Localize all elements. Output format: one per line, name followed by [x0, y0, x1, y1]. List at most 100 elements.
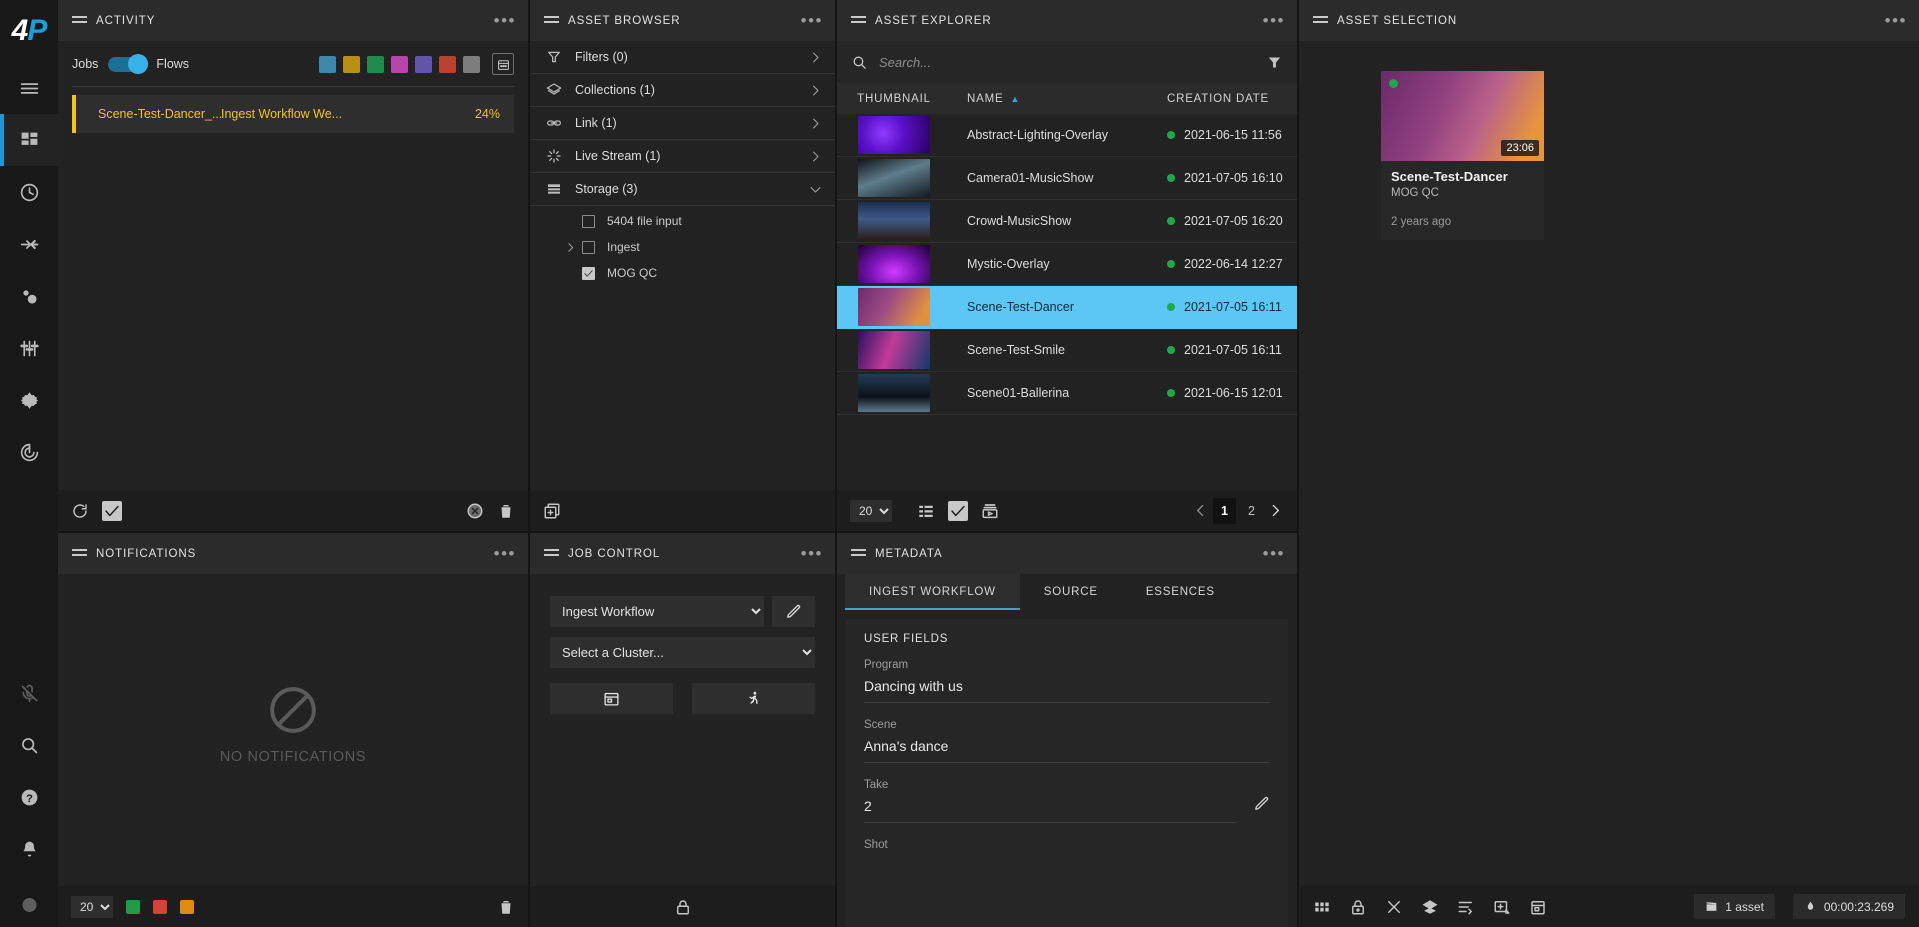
tree-expand-icon[interactable] — [564, 241, 582, 254]
workflow-select[interactable]: Ingest Workflow — [550, 596, 764, 627]
calendar-event-icon[interactable] — [1529, 898, 1547, 916]
drag-handle-icon[interactable] — [851, 15, 866, 26]
grid-view-icon[interactable] — [1313, 898, 1331, 916]
calendar-icon[interactable] — [492, 53, 514, 75]
table-row[interactable]: Mystic-Overlay 2022-06-14 12:27 — [837, 243, 1297, 286]
table-row[interactable]: Scene-Test-Smile 2021-07-05 16:11 — [837, 329, 1297, 372]
gear-icon[interactable] — [0, 374, 58, 426]
trash-icon[interactable] — [497, 502, 515, 520]
checkbox-checked-icon[interactable] — [102, 500, 122, 521]
browser-item-storage[interactable]: Storage (3) — [530, 173, 835, 206]
calendar-event-icon[interactable] — [550, 683, 673, 714]
table-row[interactable]: Scene01-Ballerina 2021-06-15 12:01 — [837, 372, 1297, 415]
explorer-page-size-select[interactable]: 20 — [850, 499, 892, 522]
swatch-blue[interactable] — [319, 55, 336, 73]
add-collection-icon[interactable] — [543, 502, 561, 520]
cluster-select[interactable]: Select a Cluster... — [550, 637, 815, 668]
refresh-icon[interactable] — [71, 502, 89, 520]
radar-icon[interactable] — [0, 426, 58, 478]
notif-swatch-green[interactable] — [126, 899, 140, 914]
asset-explorer-more-icon[interactable]: ••• — [1263, 12, 1285, 29]
browser-item-collections[interactable]: Collections (1) — [530, 74, 835, 107]
notifications-page-size-select[interactable]: 20 — [71, 895, 113, 918]
swatch-grey[interactable] — [463, 55, 480, 73]
selected-asset-card[interactable]: 23:06 Scene-Test-Dancer MOG QC 2 years a… — [1381, 71, 1544, 240]
chevron-right-icon[interactable] — [1267, 502, 1284, 519]
column-creation-date[interactable]: CREATION DATE — [1167, 93, 1297, 105]
clock-icon[interactable] — [0, 166, 58, 218]
bell-icon[interactable] — [0, 823, 58, 875]
storage-checkbox[interactable] — [582, 214, 595, 228]
list-view-icon[interactable] — [917, 502, 935, 520]
checkbox-checked-icon[interactable] — [948, 500, 968, 521]
chevron-down-icon[interactable] — [808, 182, 823, 197]
browser-item-filters[interactable]: Filters (0) — [530, 41, 835, 74]
mic-off-icon[interactable] — [0, 667, 58, 719]
storage-tree-item[interactable]: MOG QC — [530, 262, 835, 284]
column-name[interactable]: NAME ▲ — [949, 93, 1167, 105]
table-row[interactable]: Abstract-Lighting-Overlay 2021-06-15 11:… — [837, 114, 1297, 157]
column-thumbnail[interactable]: THUMBNAIL — [839, 93, 949, 105]
metadata-more-icon[interactable]: ••• — [1263, 545, 1285, 562]
jobs-flows-toggle[interactable] — [108, 54, 149, 74]
help-icon[interactable]: ? — [0, 771, 58, 823]
browser-item-link[interactable]: Link (1) — [530, 107, 835, 140]
search-input[interactable] — [879, 54, 1255, 70]
asset-browser-more-icon[interactable]: ••• — [801, 12, 823, 29]
layers-icon[interactable] — [1421, 898, 1439, 916]
storage-tree-item[interactable]: 5404 file input — [530, 210, 835, 232]
pencil-icon[interactable] — [1253, 795, 1270, 817]
hamburger-icon[interactable] — [0, 62, 58, 114]
dashboard-icon[interactable] — [0, 114, 58, 166]
page-1[interactable]: 1 — [1213, 497, 1236, 524]
runner-icon[interactable] — [692, 683, 815, 714]
playlist-icon[interactable] — [981, 502, 999, 520]
drag-handle-icon[interactable] — [851, 548, 866, 559]
transfer-icon[interactable] — [0, 218, 58, 270]
tab-source[interactable]: SOURCE — [1020, 574, 1122, 610]
pencil-icon[interactable] — [772, 596, 815, 627]
notif-swatch-orange[interactable] — [180, 899, 194, 914]
table-row[interactable]: Camera01-MusicShow 2021-07-05 16:10 — [837, 157, 1297, 200]
chevron-right-icon[interactable] — [808, 149, 823, 164]
search-icon[interactable] — [0, 719, 58, 771]
table-row[interactable]: Scene-Test-Dancer 2021-07-05 16:11 — [837, 286, 1297, 329]
list-order-icon[interactable] — [1457, 898, 1475, 916]
trash-icon[interactable] — [497, 898, 515, 916]
chevron-left-icon[interactable] — [1192, 502, 1209, 519]
chevron-right-icon[interactable] — [808, 116, 823, 131]
job-control-more-icon[interactable]: ••• — [801, 545, 823, 562]
table-row[interactable]: Crowd-MusicShow 2021-07-05 16:20 — [837, 200, 1297, 243]
lock-icon[interactable] — [674, 898, 692, 916]
storage-checkbox[interactable] — [582, 266, 595, 280]
asset-selection-more-icon[interactable]: ••• — [1885, 12, 1907, 29]
cancel-circle-icon[interactable] — [466, 502, 484, 520]
activity-more-icon[interactable]: ••• — [494, 12, 516, 29]
drag-handle-icon[interactable] — [1313, 15, 1328, 26]
notif-swatch-red[interactable] — [153, 899, 167, 914]
sliders-icon[interactable] — [0, 322, 58, 374]
swatch-red[interactable] — [439, 55, 456, 73]
swatch-green[interactable] — [367, 55, 384, 73]
field-value[interactable]: 2 — [864, 798, 1236, 823]
swatch-yellow[interactable] — [343, 55, 360, 73]
browser-item-live-stream[interactable]: Live Stream (1) — [530, 140, 835, 173]
tab-ingest-workflow[interactable]: INGEST WORKFLOW — [845, 574, 1020, 610]
filter-icon[interactable] — [1266, 54, 1283, 71]
notifications-more-icon[interactable]: ••• — [494, 545, 516, 562]
field-value[interactable]: Dancing with us — [864, 678, 1270, 703]
close-icon[interactable] — [1385, 898, 1403, 916]
activity-job-row[interactable]: Scene-Test-Dancer_... Ingest Workflow We… — [72, 95, 514, 133]
swatch-purple[interactable] — [415, 55, 432, 73]
field-value[interactable]: Anna's dance — [864, 738, 1270, 763]
drag-handle-icon[interactable] — [72, 15, 87, 26]
gears-icon[interactable] — [0, 270, 58, 322]
user-avatar[interactable] — [0, 875, 58, 927]
storage-checkbox[interactable] — [582, 240, 595, 254]
swatch-magenta[interactable] — [391, 55, 408, 73]
drag-handle-icon[interactable] — [72, 548, 87, 559]
chevron-right-icon[interactable] — [808, 50, 823, 65]
lock-icon[interactable] — [1349, 898, 1367, 916]
tab-essences[interactable]: ESSENCES — [1122, 574, 1239, 610]
page-2[interactable]: 2 — [1240, 498, 1263, 524]
